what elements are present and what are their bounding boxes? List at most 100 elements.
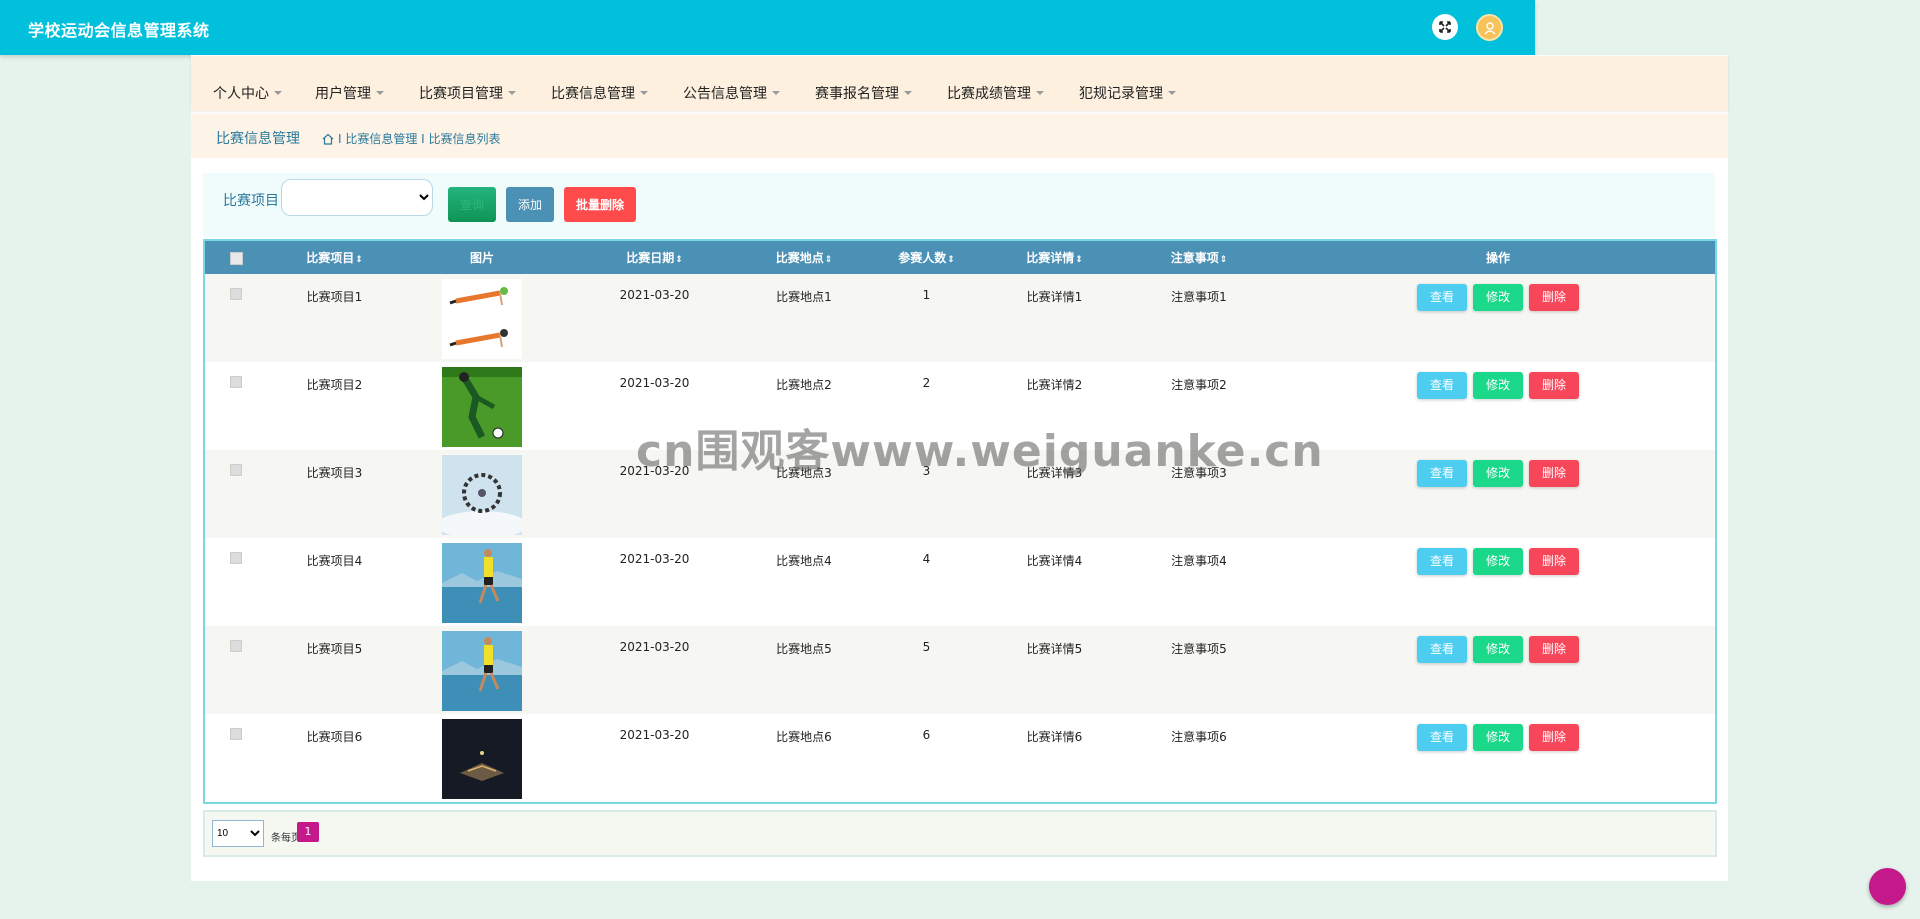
view-button[interactable]: 查看	[1417, 548, 1467, 575]
page-size-select[interactable]: 10	[212, 820, 264, 847]
caret-down-icon	[904, 91, 912, 95]
cell-note: 注意事项1	[1171, 290, 1227, 304]
header-label: 参赛人数	[898, 251, 947, 265]
edit-button[interactable]: 修改	[1473, 460, 1523, 487]
pagination: 10 条每页 1	[203, 810, 1717, 857]
user-avatar-button[interactable]	[1476, 14, 1503, 41]
edit-button[interactable]: 修改	[1473, 372, 1523, 399]
col-date[interactable]: 比赛日期⇕	[562, 241, 747, 274]
row-select-cell	[205, 538, 267, 626]
thumbnail-image[interactable]	[442, 543, 522, 623]
thumbnail-image[interactable]	[442, 279, 522, 359]
expand-icon	[1439, 21, 1451, 33]
row-checkbox[interactable]	[230, 288, 242, 300]
edit-button[interactable]: 修改	[1473, 548, 1523, 575]
cell-project: 比赛项目2	[306, 378, 363, 392]
nav-item-match-info-management[interactable]: 比赛信息管理	[551, 83, 648, 103]
col-note[interactable]: 注意事项⇕	[1117, 241, 1281, 274]
caret-down-icon	[772, 91, 780, 95]
thumbnail-image[interactable]	[442, 631, 522, 711]
cell-detail: 比赛详情6	[1026, 730, 1083, 744]
thumbnail-image[interactable]	[442, 367, 522, 447]
col-count[interactable]: 参赛人数⇕	[861, 241, 992, 274]
row-checkbox[interactable]	[230, 464, 242, 476]
view-button[interactable]: 查看	[1417, 460, 1467, 487]
col-place[interactable]: 比赛地点⇕	[747, 241, 861, 274]
cell-project: 比赛项目5	[306, 642, 363, 656]
table-row: 比赛项目6 2021-03-20 比赛地点6 6 比赛详情6 注意事项6 查看 修改 删除	[205, 714, 1715, 802]
cell-place: 比赛地点5	[776, 642, 832, 656]
cell-place: 比赛地点1	[776, 290, 832, 304]
floating-action-button[interactable]	[1869, 868, 1906, 905]
nav-label: 比赛成绩管理	[947, 86, 1031, 102]
cell-image	[402, 362, 562, 450]
cell-note: 注意事项6	[1171, 730, 1227, 744]
app-title: 学校运动会信息管理系统	[28, 21, 210, 40]
cell-actions: 查看 修改 删除	[1281, 626, 1715, 714]
search-bar: 比赛项目 查询 添加 批量删除	[203, 173, 1715, 237]
nav-item-personal-center[interactable]: 个人中心	[213, 83, 282, 103]
nav-item-foul-management[interactable]: 犯规记录管理	[1079, 83, 1176, 103]
view-button[interactable]: 查看	[1417, 284, 1467, 311]
view-button[interactable]: 查看	[1417, 724, 1467, 751]
edit-button[interactable]: 修改	[1473, 284, 1523, 311]
caret-down-icon	[376, 91, 384, 95]
cell-note: 注意事项4	[1171, 554, 1227, 568]
fullscreen-button[interactable]	[1432, 14, 1458, 40]
sort-icon: ⇕	[1075, 255, 1083, 265]
row-checkbox[interactable]	[230, 376, 242, 388]
cell-count: 5	[922, 640, 931, 654]
cell-detail: 比赛详情5	[1026, 642, 1083, 656]
thumbnail-image[interactable]	[442, 455, 522, 535]
delete-button[interactable]: 删除	[1529, 372, 1579, 399]
cell-image	[402, 274, 562, 362]
cell-date: 2021-03-20	[619, 288, 690, 302]
row-select-cell	[205, 626, 267, 714]
cell-actions: 查看 修改 删除	[1281, 450, 1715, 538]
row-checkbox[interactable]	[230, 728, 242, 740]
breadcrumb-path[interactable]: I 比赛信息管理 I 比赛信息列表	[338, 130, 501, 147]
row-checkbox[interactable]	[230, 640, 242, 652]
cell-count: 6	[922, 728, 931, 742]
add-button[interactable]: 添加	[506, 187, 554, 222]
nav-item-user-management[interactable]: 用户管理	[315, 83, 384, 103]
batch-delete-button[interactable]: 批量删除	[564, 187, 636, 222]
project-filter-label: 比赛项目	[223, 193, 279, 209]
view-button[interactable]: 查看	[1417, 636, 1467, 663]
delete-button[interactable]: 删除	[1529, 460, 1579, 487]
nav-item-score-management[interactable]: 比赛成绩管理	[947, 83, 1044, 103]
thumbnail-image[interactable]	[442, 719, 522, 799]
row-select-cell	[205, 274, 267, 362]
table-row: 比赛项目4 2021-03-20 比赛地点4 4 比赛详情4 注意事项4 查看 修改 删除	[205, 538, 1715, 626]
sort-icon: ⇕	[675, 255, 683, 265]
delete-button[interactable]: 删除	[1529, 636, 1579, 663]
select-all-checkbox[interactable]	[229, 251, 243, 265]
view-button[interactable]: 查看	[1417, 372, 1467, 399]
nav-menu: 个人中心 用户管理 比赛项目管理 比赛信息管理 公告信息管理 赛事报名管理 比赛…	[191, 56, 1728, 111]
header-label: 操作	[1485, 251, 1510, 265]
cell-project: 比赛项目6	[306, 730, 363, 744]
sort-icon: ⇕	[824, 255, 833, 265]
col-project[interactable]: 比赛项目⇕	[267, 241, 402, 274]
nav-item-project-management[interactable]: 比赛项目管理	[419, 83, 516, 103]
delete-button[interactable]: 删除	[1529, 548, 1579, 575]
project-filter-select[interactable]	[281, 179, 433, 216]
nav-item-notice-management[interactable]: 公告信息管理	[683, 83, 780, 103]
watermark: cn围观客www.weiguanke.cn	[636, 426, 1324, 477]
nav-item-registration-management[interactable]: 赛事报名管理	[815, 83, 912, 103]
caret-down-icon	[508, 91, 516, 95]
col-detail[interactable]: 比赛详情⇕	[992, 241, 1117, 274]
home-icon[interactable]	[322, 133, 334, 145]
cell-count: 4	[922, 552, 931, 566]
edit-button[interactable]: 修改	[1473, 724, 1523, 751]
sort-icon: ⇕	[1219, 255, 1228, 265]
edit-button[interactable]: 修改	[1473, 636, 1523, 663]
delete-button[interactable]: 删除	[1529, 284, 1579, 311]
delete-button[interactable]: 删除	[1529, 724, 1579, 751]
select-all-cell	[205, 241, 267, 274]
row-checkbox[interactable]	[230, 552, 242, 564]
nav-label: 赛事报名管理	[815, 86, 899, 102]
query-button[interactable]: 查询	[448, 187, 496, 222]
header-label: 图片	[469, 251, 494, 265]
page-number-button[interactable]: 1	[297, 822, 319, 842]
